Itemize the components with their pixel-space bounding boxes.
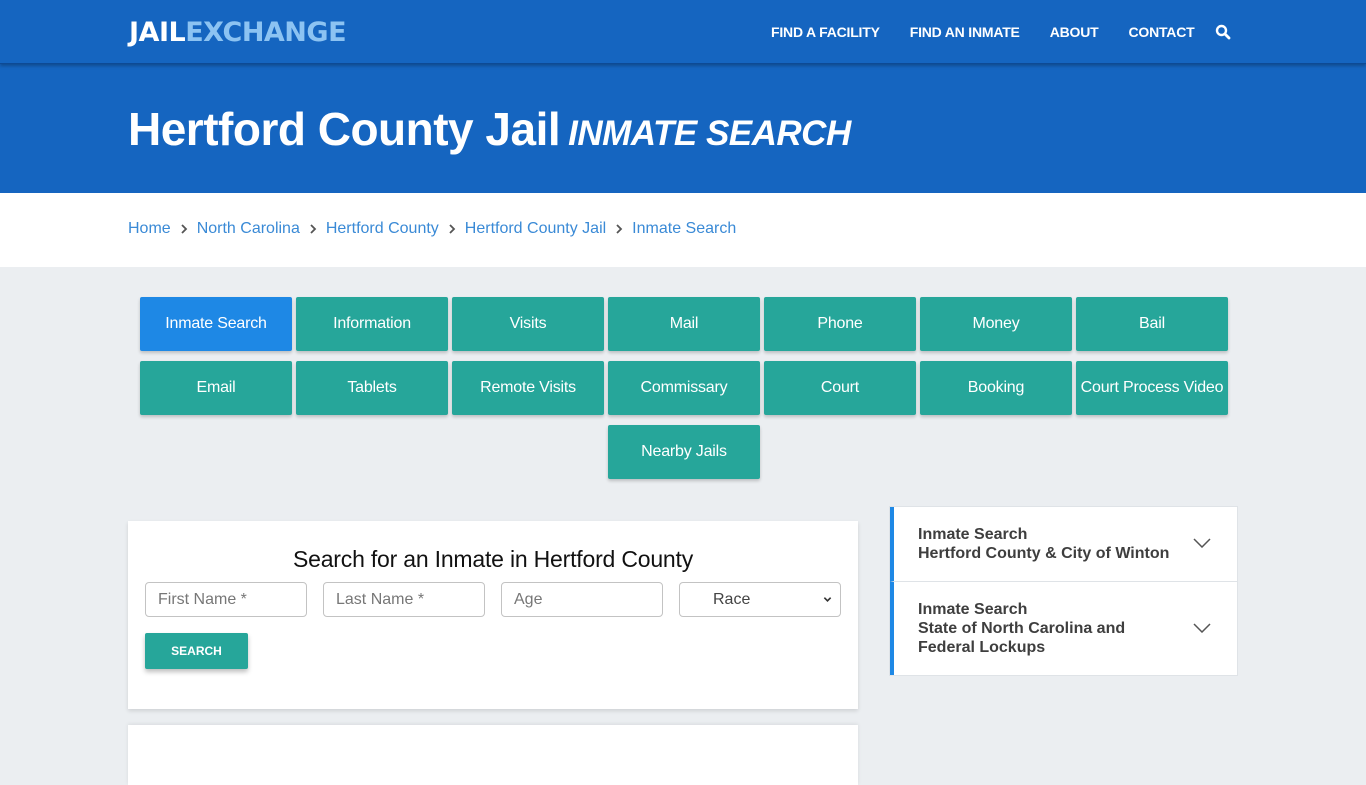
page-hero: Hertford County Jail INMATE SEARCH [0, 64, 1366, 193]
top-navbar: JAILEXCHANGE FIND A FACILITY FIND AN INM… [0, 0, 1366, 64]
search-icon[interactable] [1215, 24, 1231, 40]
chevron-right-icon [180, 223, 188, 235]
accordion-item-subtitle: Hertford County & City of Winton [918, 545, 1170, 562]
tab-bail[interactable]: Bail [1076, 297, 1228, 351]
nav-find-facility[interactable]: FIND A FACILITY [756, 24, 895, 40]
accordion-item-title: Inmate Search [918, 526, 1028, 543]
chevron-down-icon [823, 597, 832, 602]
breadcrumb-bar: Home North Carolina Hertford County Hert… [0, 193, 1366, 267]
accordion-item-state-federal[interactable]: Inmate Search State of North Carolina an… [890, 581, 1237, 675]
tab-remote-visits[interactable]: Remote Visits [452, 361, 604, 415]
sidebar-accordion: Inmate Search Hertford County & City of … [889, 506, 1238, 676]
logo-jail-text: JAIL [129, 17, 186, 48]
content-card [128, 725, 858, 785]
nav-about[interactable]: ABOUT [1035, 24, 1114, 40]
breadcrumb-county[interactable]: Hertford County [326, 220, 439, 238]
nav-contact[interactable]: CONTACT [1113, 24, 1209, 40]
tab-mail[interactable]: Mail [608, 297, 760, 351]
chevron-right-icon [448, 223, 456, 235]
page-title-main: Hertford County Jail [128, 103, 561, 155]
facility-tabs: Inmate Search Information Visits Mail Ph… [139, 297, 1229, 479]
accordion-item-county[interactable]: Inmate Search Hertford County & City of … [890, 507, 1237, 581]
chevron-right-icon [309, 223, 317, 235]
inmate-search-card: Search for an Inmate in Hertford County … [128, 521, 858, 709]
tab-inmate-search[interactable]: Inmate Search [140, 297, 292, 351]
breadcrumb-home[interactable]: Home [128, 220, 171, 238]
breadcrumb: Home North Carolina Hertford County Hert… [128, 220, 736, 238]
race-select[interactable]: Race [679, 582, 841, 617]
tab-tablets[interactable]: Tablets [296, 361, 448, 415]
last-name-input[interactable] [323, 582, 485, 617]
page-title: Hertford County Jail INMATE SEARCH [128, 102, 851, 156]
tab-money[interactable]: Money [920, 297, 1072, 351]
nav-find-inmate[interactable]: FIND AN INMATE [895, 24, 1035, 40]
breadcrumb-state[interactable]: North Carolina [197, 220, 300, 238]
search-fields: Race [145, 582, 841, 617]
first-name-input[interactable] [145, 582, 307, 617]
tab-email[interactable]: Email [140, 361, 292, 415]
page-title-subtitle: INMATE SEARCH [568, 114, 851, 153]
tab-commissary[interactable]: Commissary [608, 361, 760, 415]
main-nav: FIND A FACILITY FIND AN INMATE ABOUT CON… [756, 0, 1231, 64]
accordion-item-title: Inmate Search [918, 601, 1028, 618]
chevron-down-icon [1193, 622, 1211, 633]
tab-phone[interactable]: Phone [764, 297, 916, 351]
tab-court-process-video[interactable]: Court Process Video [1076, 361, 1228, 415]
tab-visits[interactable]: Visits [452, 297, 604, 351]
chevron-right-icon [615, 223, 623, 235]
jailexchange-logo[interactable]: JAILEXCHANGE [129, 16, 347, 50]
search-button[interactable]: SEARCH [145, 633, 248, 669]
race-select-value: Race [713, 590, 751, 608]
tab-court[interactable]: Court [764, 361, 916, 415]
age-input[interactable] [501, 582, 663, 617]
tab-nearby-jails[interactable]: Nearby Jails [608, 425, 760, 479]
tab-information[interactable]: Information [296, 297, 448, 351]
tab-booking[interactable]: Booking [920, 361, 1072, 415]
breadcrumb-current[interactable]: Inmate Search [632, 220, 736, 238]
logo-exchange-text: EXCHANGE [185, 17, 347, 48]
search-heading: Search for an Inmate in Hertford County [292, 546, 693, 572]
breadcrumb-facility[interactable]: Hertford County Jail [465, 220, 606, 238]
chevron-down-icon [1193, 538, 1211, 548]
accordion-item-subtitle: State of North Carolina and Federal Lock… [918, 620, 1126, 656]
